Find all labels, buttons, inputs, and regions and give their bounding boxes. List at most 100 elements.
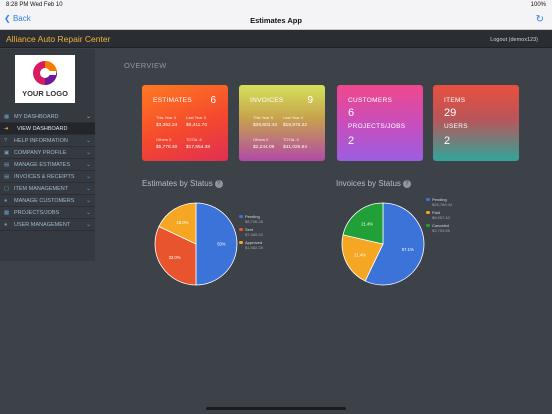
others-label: Others 0 bbox=[156, 137, 172, 142]
sidebar-item-projects-jobs[interactable]: ▩ PROJECTS/JOBS ⌄ bbox=[0, 207, 95, 219]
box-icon: ▢ bbox=[4, 186, 10, 192]
sidebar-item-manage-customers[interactable]: ● MANAGE CUSTOMERS ⌄ bbox=[0, 195, 95, 207]
legend-item: Pending $26,769.44 bbox=[426, 197, 452, 210]
total-value: $41,025.64 bbox=[283, 145, 308, 150]
arrow-right-icon: ➜ bbox=[4, 126, 9, 132]
main-content: OVERVIEW ESTIMATES 6 This Year 3 Last Ye… bbox=[95, 49, 552, 414]
chevron-down-icon: ⌄ bbox=[85, 162, 91, 168]
projects-count: 2 bbox=[348, 135, 355, 147]
pie-data-label: 57.1% bbox=[402, 247, 414, 252]
total-label: TOTAL 9 bbox=[283, 137, 299, 142]
status-time: 8:28 PM Wed Feb 10 bbox=[6, 2, 63, 8]
company-name: Alliance Auto Repair Center bbox=[6, 34, 111, 44]
chevron-down-icon: ⌄ bbox=[85, 210, 91, 216]
estimates-legend: Pending $8,706.28 Sent $7,465.92 Approved $… bbox=[239, 214, 263, 253]
sidebar-item-label: MY DASHBOARD bbox=[14, 114, 59, 120]
pie-data-label: 50% bbox=[217, 242, 226, 247]
this-year-value: $28,603.43 bbox=[253, 123, 278, 128]
help-icon[interactable]: ? bbox=[214, 180, 223, 188]
sidebar-item-help-information[interactable]: ? HELP INFORMATION ⌄ bbox=[0, 135, 95, 147]
sidebar-item-label: MANAGE CUSTOMERS bbox=[14, 198, 75, 204]
invoices-chart-title: Invoices by Status? bbox=[336, 179, 411, 188]
building-icon: ▣ bbox=[4, 150, 10, 156]
total-label: TOTAL 6 bbox=[186, 137, 202, 142]
others-label: Others 0 bbox=[253, 137, 269, 142]
invoices-legend: Pending $26,769.44 Paid $8,957.40 Canceled… bbox=[426, 197, 452, 236]
legend-value: $1,582.28 bbox=[245, 245, 263, 250]
this-year-label: This Year 3 bbox=[156, 115, 177, 120]
total-value: $17,654.38 bbox=[186, 145, 211, 150]
last-year-value: $18,975.22 bbox=[283, 123, 308, 128]
others-value: $2,244.09 bbox=[253, 145, 275, 150]
home-indicator bbox=[206, 407, 346, 410]
this-year-value: $3,362.24 bbox=[156, 123, 178, 128]
legend-dot bbox=[239, 214, 243, 218]
card-title: INVOICES bbox=[250, 97, 284, 104]
legend-item: Sent $7,465.92 bbox=[239, 227, 263, 240]
chevron-down-icon: ⌄ bbox=[85, 150, 91, 156]
chevron-down-icon: ⌄ bbox=[85, 222, 91, 228]
others-value: $5,778.40 bbox=[156, 145, 178, 150]
estimates-pie-chart: 50% 32.0% 18.0% bbox=[154, 202, 238, 286]
help-icon[interactable]: ? bbox=[402, 180, 411, 188]
battery-indicator: 100% bbox=[530, 2, 546, 8]
invoice-icon: ▤ bbox=[4, 174, 10, 180]
legend-item: Approved $1,582.28 bbox=[239, 240, 263, 253]
chevron-down-icon: ⌄ bbox=[85, 138, 91, 144]
user-icon: ● bbox=[4, 222, 8, 228]
pie-data-label: 21.4% bbox=[354, 253, 366, 258]
card-count: 6 bbox=[210, 95, 216, 106]
sidebar-item-user-management[interactable]: ● USER MANAGEMENT ⌄ bbox=[0, 219, 95, 231]
customers-card[interactable]: CUSTOMERS 6 PROJECTS/JOBS 2 bbox=[337, 85, 423, 161]
customers-title: CUSTOMERS bbox=[348, 97, 393, 104]
projects-title: PROJECTS/JOBS bbox=[348, 123, 406, 130]
invoices-card[interactable]: INVOICES 9 This Year 5 Last Year 4 $28,6… bbox=[239, 85, 325, 161]
sidebar-item-view-dashboard[interactable]: ➜ VIEW DASHBOARD bbox=[0, 123, 95, 135]
logout-link[interactable]: Logout (demox123) bbox=[490, 37, 538, 43]
sidebar-menu: ▦ MY DASHBOARD ⌄ ➜ VIEW DASHBOARD ? HELP INF… bbox=[0, 111, 95, 231]
chart-title-text: Estimates by Status bbox=[142, 179, 213, 188]
legend-value: $26,769.44 bbox=[432, 202, 453, 207]
legend-value: $8,706.28 bbox=[245, 219, 263, 224]
sidebar-item-label: MANAGE ESTIMATES bbox=[14, 162, 71, 168]
users-title: USERS bbox=[444, 123, 468, 130]
status-bar: 8:28 PM Wed Feb 10 100% bbox=[0, 0, 552, 10]
pie-data-label: 21.4% bbox=[361, 222, 373, 227]
sidebar-item-item-management[interactable]: ▢ ITEM MANAGEMENT ⌄ bbox=[0, 183, 95, 195]
navigation-bar: ❮ Back Estimates App ↻ bbox=[0, 10, 552, 30]
chevron-down-icon: ⌄ bbox=[85, 198, 91, 204]
company-logo: YOUR LOGO bbox=[15, 55, 75, 103]
legend-dot bbox=[426, 223, 430, 227]
refresh-icon[interactable]: ↻ bbox=[536, 14, 544, 25]
items-title: ITEMS bbox=[444, 97, 466, 104]
logo-text: YOUR LOGO bbox=[22, 89, 68, 98]
legend-dot bbox=[239, 227, 243, 231]
legend-value: $7,465.92 bbox=[245, 232, 263, 237]
sidebar-item-label: INVOICES & RECEIPTS bbox=[14, 174, 75, 180]
sidebar-item-label: HELP INFORMATION bbox=[14, 138, 68, 144]
sidebar-item-manage-estimates[interactable]: ▤ MANAGE ESTIMATES ⌄ bbox=[0, 159, 95, 171]
this-year-label: This Year 5 bbox=[253, 115, 274, 120]
sidebar-item-my-dashboard[interactable]: ▦ MY DASHBOARD ⌄ bbox=[0, 111, 95, 123]
sidebar-item-invoices-receipts[interactable]: ▤ INVOICES & RECEIPTS ⌄ bbox=[0, 171, 95, 183]
legend-dot bbox=[239, 240, 243, 244]
chevron-down-icon: ⌄ bbox=[85, 186, 91, 192]
sidebar-item-company-profile[interactable]: ▣ COMPANY PROFILE ⌄ bbox=[0, 147, 95, 159]
estimates-card[interactable]: ESTIMATES 6 This Year 3 Last Year 3 $3,3… bbox=[142, 85, 228, 161]
customers-count: 6 bbox=[348, 107, 355, 119]
logo-mark-icon bbox=[33, 61, 57, 85]
last-year-value: $8,411.70 bbox=[186, 123, 207, 128]
items-card[interactable]: ITEMS 29 USERS 2 bbox=[433, 85, 519, 161]
sidebar-item-label: USER MANAGEMENT bbox=[14, 222, 71, 228]
app-header: Alliance Auto Repair Center Logout (demo… bbox=[0, 30, 552, 48]
briefcase-icon: ▩ bbox=[4, 210, 10, 216]
last-year-label: Last Year 4 bbox=[283, 115, 304, 120]
users-count: 2 bbox=[444, 135, 451, 147]
sidebar: YOUR LOGO ▦ MY DASHBOARD ⌄ ➜ VIEW DASHBOARD… bbox=[0, 49, 95, 261]
card-title: ESTIMATES bbox=[153, 97, 193, 104]
card-count: 9 bbox=[307, 95, 313, 106]
legend-item: Paid $8,957.40 bbox=[426, 210, 452, 223]
legend-dot bbox=[426, 210, 430, 214]
dashboard-icon: ▦ bbox=[4, 114, 10, 120]
section-title: OVERVIEW bbox=[124, 61, 167, 70]
